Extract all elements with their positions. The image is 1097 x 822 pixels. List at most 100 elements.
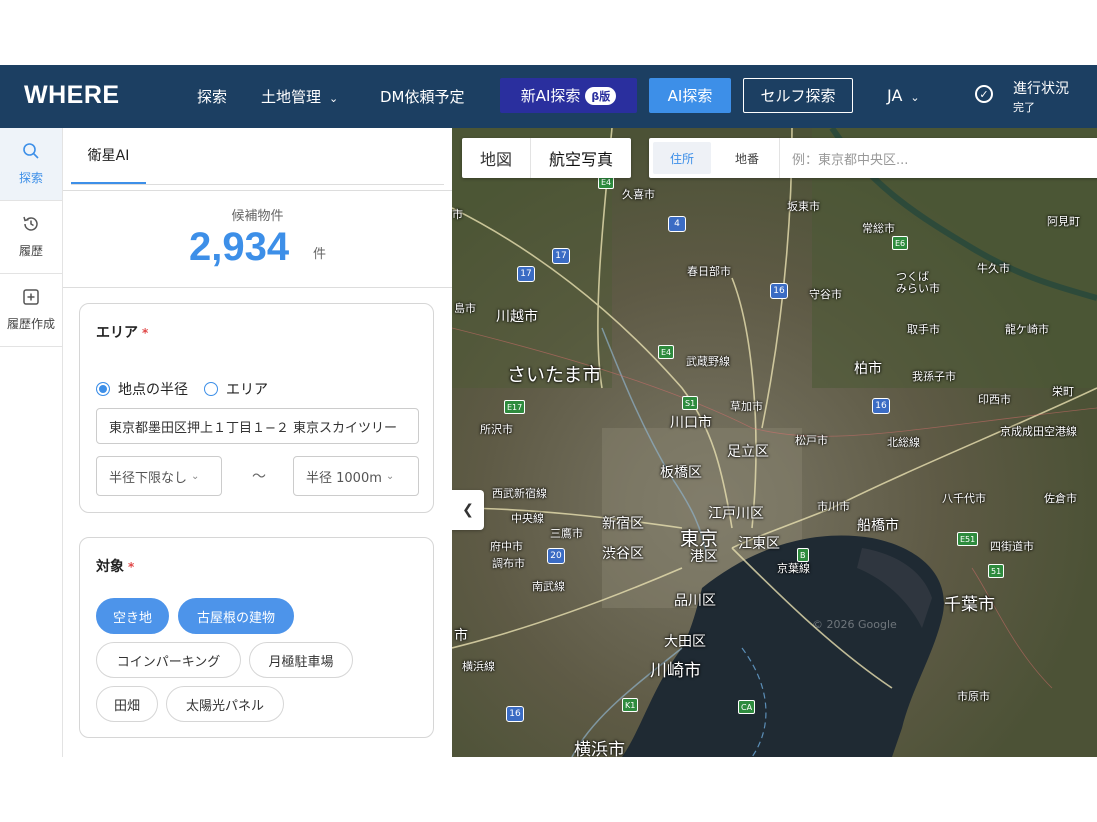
map-label: 守谷市 — [809, 289, 842, 301]
search-icon — [22, 142, 40, 164]
map-label: 龍ケ崎市 — [1005, 324, 1049, 336]
left-rail: 探索 履歴 履歴作成 — [0, 128, 63, 757]
map-label: 常総市 — [862, 223, 895, 235]
radius-min-select[interactable]: 半径下限なし ⌄ — [96, 456, 222, 496]
radio-point-radius[interactable] — [96, 382, 110, 396]
rail-item-label: 履歴作成 — [6, 317, 55, 331]
map-label: 松戸市 — [795, 435, 828, 447]
map-label: 川崎市 — [650, 661, 701, 680]
chevron-down-icon: ⌄ — [910, 91, 920, 104]
map-label: 阿見町 — [1047, 216, 1080, 228]
map-type-map-button[interactable]: 地図 — [462, 138, 530, 178]
radius-min-value: 半径下限なし — [109, 470, 188, 486]
map-label: 坂東市 — [787, 201, 820, 213]
language-selector[interactable]: JA ⌄ — [887, 86, 920, 105]
chip-farmland[interactable]: 田畑 — [96, 686, 158, 722]
expressway-shield: CA — [738, 700, 756, 714]
chip-coin-parking[interactable]: コインパーキング — [96, 642, 241, 678]
map-label: 三鷹市 — [550, 528, 583, 540]
map-label: 久喜市 — [622, 189, 655, 201]
map-label: 川口市 — [670, 414, 712, 430]
expressway-shield: E4 — [658, 345, 675, 359]
count-value: 2,934 — [189, 225, 290, 269]
radio-area[interactable] — [204, 382, 218, 396]
map-label: 市 — [452, 209, 463, 221]
logo[interactable]: WHERE — [24, 81, 120, 110]
route-shield: 20 — [547, 548, 565, 564]
top-navbar: WHERE 探索 土地管理 ⌄ DM依頼予定 新AI探索 β版 AI探索 セルフ探索… — [0, 65, 1097, 128]
map-label: 川越市 — [496, 308, 538, 324]
radius-max-value: 半径 1000m — [306, 470, 382, 486]
area-mode-radios: 地点の半径 エリア — [96, 379, 268, 399]
app-window: WHERE 探索 土地管理 ⌄ DM依頼予定 新AI探索 β版 AI探索 セルフ探索… — [0, 65, 1097, 757]
map-imagery — [452, 128, 1097, 757]
chevron-down-icon: ⌄ — [329, 92, 339, 105]
map-label: 草加市 — [730, 401, 763, 413]
radius-max-select[interactable]: 半径 1000m ⌄ — [293, 456, 419, 496]
map-label: 千葉市 — [944, 595, 995, 614]
chip-solar-panel[interactable]: 太陽光パネル — [166, 686, 284, 722]
new-ai-search-button[interactable]: 新AI探索 β版 — [500, 78, 637, 113]
satellite-map[interactable]: 久喜市 坂東市 常総市 阿見町 春日部市 牛久市 つくば みらい市 守谷市 川越… — [452, 128, 1097, 757]
map-label: 港区 — [690, 548, 718, 564]
nav-explore[interactable]: 探索 — [197, 86, 227, 107]
map-label: 印西市 — [978, 394, 1011, 406]
radio-point-radius-label[interactable]: 地点の半径 — [118, 379, 188, 399]
rail-item-label: 探索 — [18, 171, 43, 185]
chip-old-roof-building[interactable]: 古屋根の建物 — [178, 598, 294, 634]
map-label: 南武線 — [532, 581, 565, 593]
map-label: 品川区 — [674, 592, 716, 608]
check-circle-icon: ✓ — [975, 85, 993, 103]
map-label: みらい市 — [896, 283, 940, 295]
nav-dm-schedule[interactable]: DM依頼予定 — [380, 86, 465, 107]
map-label: 新宿区 — [602, 515, 644, 531]
area-title-label: エリア — [96, 325, 138, 341]
map-type-aerial-button[interactable]: 航空写真 — [531, 138, 631, 178]
target-title-label: 対象 — [96, 559, 124, 575]
self-search-button[interactable]: セルフ探索 — [743, 78, 853, 113]
expressway-shield: E51 — [957, 532, 979, 546]
status-title[interactable]: 進行状況 — [1013, 78, 1069, 98]
map-label: 江戸川区 — [708, 505, 764, 521]
expressway-shield: 51 — [988, 564, 1005, 578]
nav-land-management-label: 土地管理 — [261, 88, 322, 106]
nav-land-management[interactable]: 土地管理 ⌄ — [261, 86, 338, 107]
required-mark: * — [142, 326, 149, 340]
map-label: 所沢市 — [480, 424, 513, 436]
map-label: 中央線 — [511, 513, 544, 525]
map-label: 大田区 — [664, 633, 706, 649]
rail-item-history[interactable]: 履歴 — [0, 201, 62, 274]
history-icon — [22, 215, 40, 237]
map-label: 京葉線 — [777, 563, 810, 575]
chip-monthly-parking[interactable]: 月極駐車場 — [249, 642, 353, 678]
ai-search-button[interactable]: AI探索 — [649, 78, 731, 113]
beta-badge: β版 — [585, 86, 617, 105]
map-label: 市原市 — [957, 691, 990, 703]
rail-item-explore[interactable]: 探索 — [0, 128, 62, 201]
tab-satellite-ai[interactable]: 衛星AI — [71, 128, 146, 184]
map-label: 武蔵野線 — [686, 356, 730, 368]
rail-item-create-history[interactable]: 履歴作成 — [0, 274, 62, 347]
radio-area-label[interactable]: エリア — [226, 379, 268, 399]
collapse-panel-button[interactable]: ❮ — [452, 490, 484, 530]
count-label: 候補物件 — [231, 209, 284, 224]
map-label: 調布市 — [492, 558, 525, 570]
map-search-input[interactable]: 例：東京都中央区... — [780, 138, 1097, 178]
chip-vacant-land[interactable]: 空き地 — [96, 598, 169, 634]
map-search-bar: 住所 地番 例：東京都中央区... — [649, 138, 1097, 178]
search-mode-lot[interactable]: 地番 — [715, 138, 779, 178]
search-mode-address[interactable]: 住所 — [653, 142, 711, 174]
map-label: 春日部市 — [687, 266, 731, 278]
add-square-icon — [22, 288, 40, 310]
required-mark: * — [128, 560, 135, 574]
map-label: 牛久市 — [977, 263, 1010, 275]
new-ai-search-label: 新AI探索 — [520, 87, 581, 105]
map-label: 渋谷区 — [602, 545, 644, 561]
map-type-toggle: 地図 航空写真 — [462, 138, 632, 178]
map-label: 船橋市 — [857, 517, 899, 533]
map-label: 西武新宿線 — [492, 488, 547, 500]
address-input[interactable]: 東京都墨田区押上１丁目１−２ 東京スカイツリー — [96, 408, 419, 444]
range-separator: 〜 — [252, 469, 266, 485]
expressway-shield: B — [797, 548, 809, 562]
map-label: 我孫子市 — [912, 371, 956, 383]
